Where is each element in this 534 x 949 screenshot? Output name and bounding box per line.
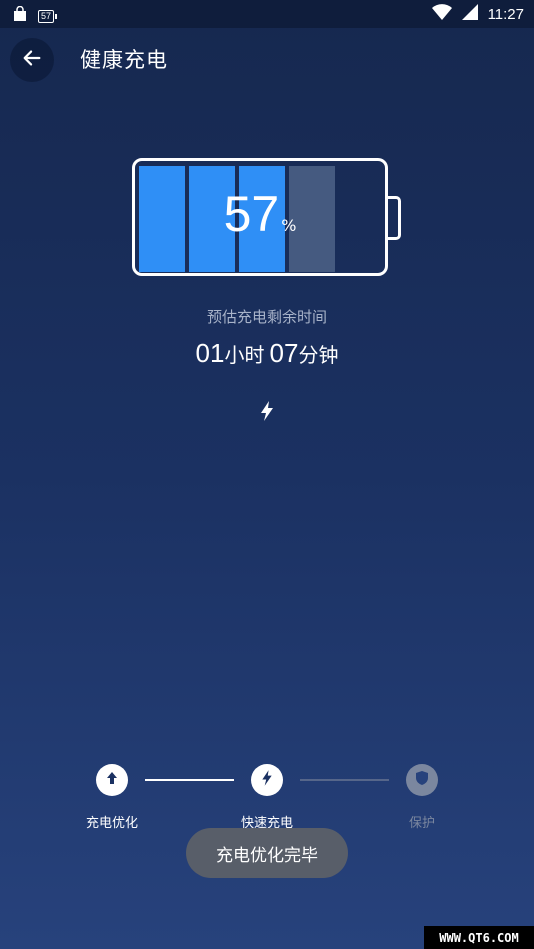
status-bar: 57 11:27 (0, 0, 534, 28)
bolt-icon (260, 769, 274, 791)
step-optimize (96, 764, 128, 796)
wifi-icon (431, 4, 452, 24)
remaining-minutes-unit: 分钟 (298, 343, 339, 367)
battery-percent-unit: % (281, 216, 297, 235)
arrow-up-icon (104, 770, 120, 790)
battery-percent: 57% (135, 185, 385, 243)
remaining-hours-unit: 小时 (224, 343, 265, 367)
remaining-minutes: 07 (269, 338, 299, 368)
battery-gauge: 57% (132, 158, 388, 276)
bag-icon (12, 5, 28, 26)
battery-badge: 57 (38, 9, 55, 23)
charging-bolt-icon (258, 400, 276, 426)
arrow-left-icon (21, 47, 43, 73)
battery-cap (388, 196, 401, 240)
step-connector-1 (145, 779, 234, 781)
status-left: 57 (12, 5, 58, 26)
remaining-time-label: 预估充电剩余时间 (206, 308, 327, 326)
back-button[interactable] (10, 38, 54, 82)
step-fast-charge (251, 764, 283, 796)
step-connector-2 (300, 779, 389, 781)
toast-message: 充电优化完毕 (186, 828, 348, 878)
step-label-protect: 保护 (408, 816, 435, 831)
step-label-optimize: 充电优化 (85, 816, 138, 831)
remaining-hours: 01 (195, 338, 225, 368)
signal-icon (461, 4, 478, 24)
status-right: 11:27 (431, 4, 524, 24)
step-protect (406, 764, 438, 796)
battery-icon: 57 (38, 9, 58, 23)
page-title: 健康充电 (80, 48, 168, 72)
remaining-time-value: 01小时 07分钟 (0, 338, 534, 369)
watermark: WWW.QT6.COM (424, 926, 534, 949)
shield-icon (414, 770, 430, 790)
status-time: 11:27 (487, 5, 524, 23)
battery-percent-value: 57 (223, 186, 280, 242)
